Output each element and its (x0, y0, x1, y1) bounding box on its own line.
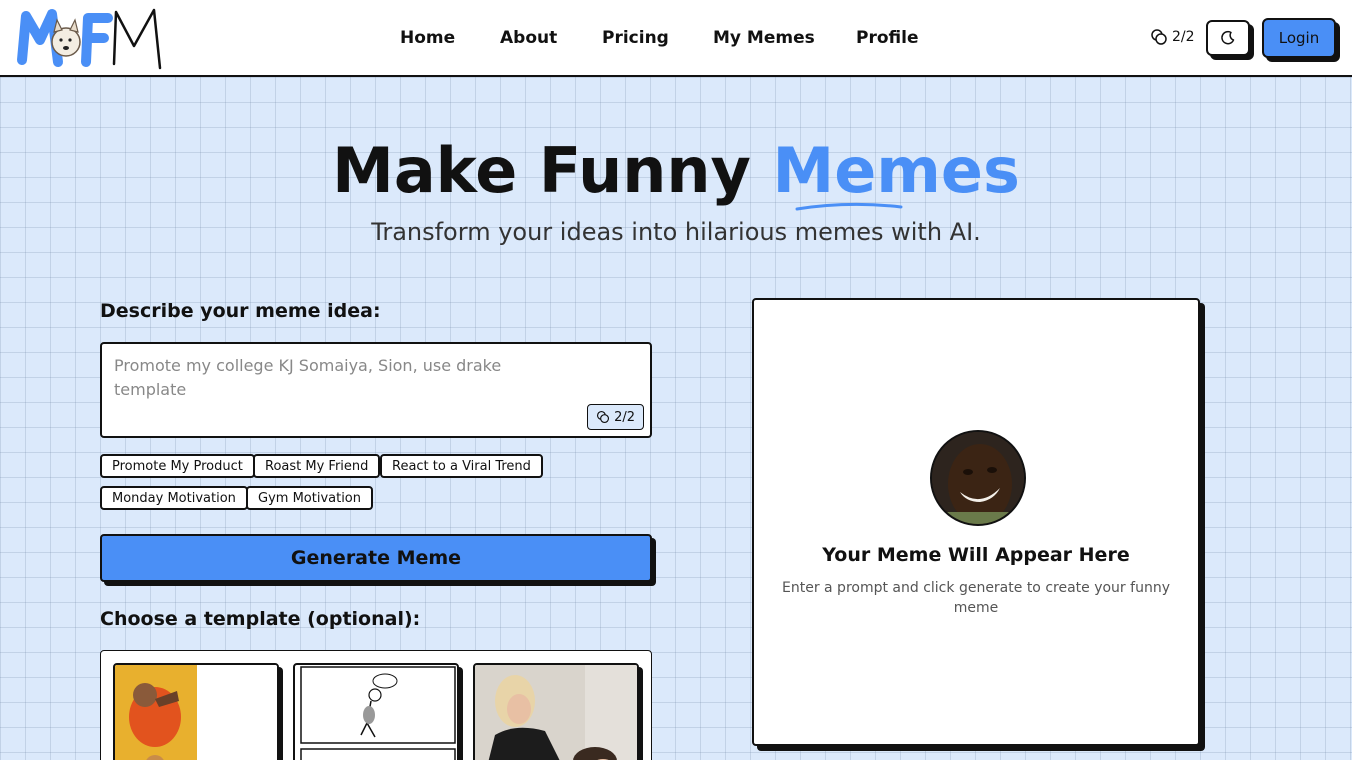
site-header: Home About Pricing My Memes Profile 2/2 … (0, 0, 1352, 77)
prompt-credits-value: 2/2 (614, 409, 635, 425)
underline-squiggle (795, 202, 903, 211)
nav-my-memes-link[interactable]: My Memes (713, 28, 815, 48)
meme-prompt-input[interactable] (114, 354, 534, 414)
moon-icon (1221, 30, 1235, 45)
theme-toggle-button[interactable] (1206, 20, 1250, 56)
template-comic[interactable] (293, 663, 459, 760)
login-button[interactable]: Login (1262, 18, 1336, 58)
preview-subtitle: Enter a prompt and click generate to cre… (782, 580, 1170, 616)
template-label: Choose a template (optional): (100, 608, 421, 630)
prompt-label: Describe your meme idea: (100, 300, 381, 322)
chip-monday-motivation[interactable]: Monday Motivation (100, 486, 248, 510)
chip-gym-motivation[interactable]: Gym Motivation (246, 486, 374, 510)
main-nav: Home About Pricing My Memes Profile (376, 24, 936, 54)
hero-title-main: Make Funny (332, 134, 773, 207)
hero-title-accent-text: Memes (772, 134, 1020, 207)
generate-meme-button[interactable]: Generate Meme (100, 534, 652, 582)
nav-about-link[interactable]: About (500, 28, 557, 48)
prompt-box: 2/2 (100, 342, 652, 438)
nav-profile-link[interactable]: Profile (856, 28, 918, 48)
prompt-credits-badge: 2/2 (587, 404, 644, 430)
laughing-man-image (932, 432, 1024, 524)
credits-value: 2/2 (1172, 29, 1195, 45)
hero-title: Make Funny Memes (0, 134, 1352, 211)
placeholder-avatar (930, 430, 1026, 526)
template-gallery (100, 650, 652, 760)
hero-subtitle: Transform your ideas into hilarious meme… (371, 218, 981, 246)
credits-counter: 2/2 (1150, 28, 1195, 46)
template-photo[interactable] (473, 663, 639, 760)
photo-thumbnail (475, 665, 637, 760)
nav-pricing-link[interactable]: Pricing (602, 28, 669, 48)
comic-thumbnail (300, 666, 456, 760)
hero-title-accent: Memes (772, 134, 1020, 211)
chip-viral-trend[interactable]: React to a Viral Trend (380, 454, 543, 478)
drake-thumbnail (115, 665, 277, 760)
meme-preview-panel: Your Meme Will Appear Here Enter a promp… (752, 298, 1200, 746)
site-logo[interactable] (16, 6, 166, 70)
coins-icon (1151, 29, 1167, 45)
preview-title: Your Meme Will Appear Here (822, 544, 1130, 566)
nav-home-link[interactable]: Home (400, 28, 455, 48)
template-drake[interactable] (113, 663, 279, 760)
coins-icon (597, 410, 610, 424)
chip-roast-friend[interactable]: Roast My Friend (253, 454, 381, 478)
chip-promote-product[interactable]: Promote My Product (100, 454, 255, 478)
